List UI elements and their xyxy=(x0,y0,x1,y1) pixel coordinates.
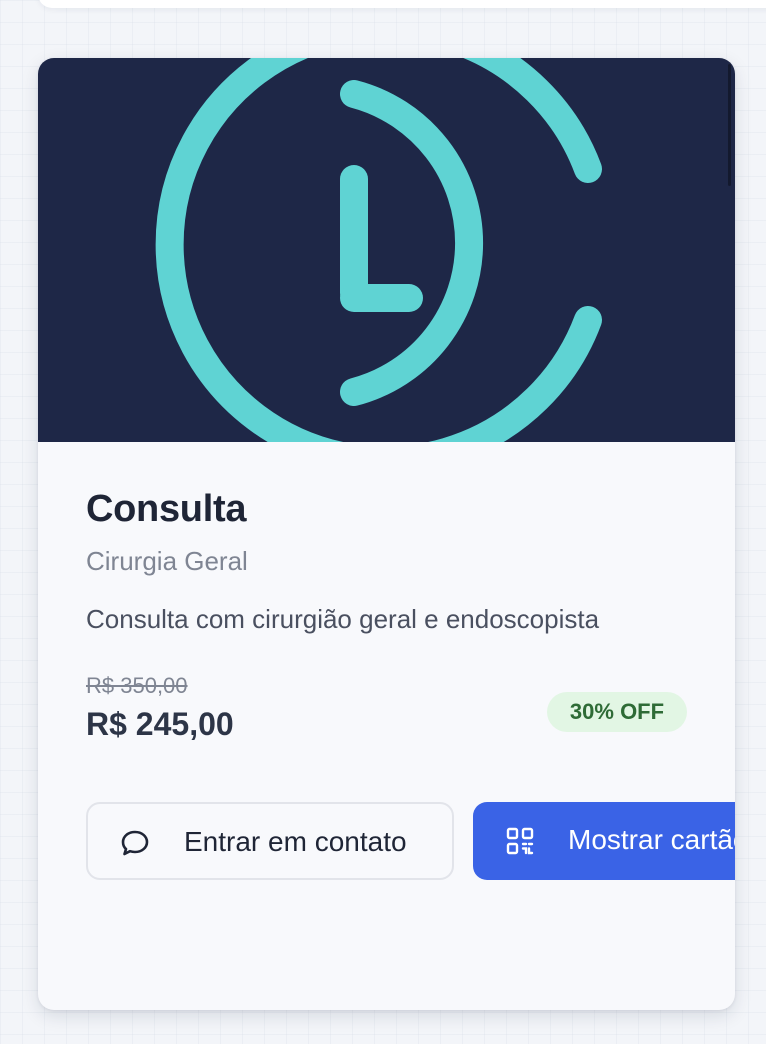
show-card-button[interactable]: Mostrar cartão xyxy=(473,802,735,880)
original-price: R$ 350,00 xyxy=(86,673,188,698)
banner-scrollbar[interactable] xyxy=(728,64,731,186)
service-specialty: Cirurgia Geral xyxy=(86,546,248,576)
previous-card-edge xyxy=(38,0,766,8)
contact-button[interactable]: Entrar em contato xyxy=(86,802,454,880)
clinic-logo xyxy=(155,58,602,442)
discount-badge: 30% OFF xyxy=(547,692,687,732)
service-banner-image xyxy=(38,58,735,442)
discounted-price: R$ 245,00 xyxy=(86,706,234,742)
qr-code-icon xyxy=(505,826,535,856)
show-card-button-label: Mostrar cartão xyxy=(568,824,735,855)
service-title: Consulta xyxy=(86,488,247,530)
service-description: Consulta com cirurgião geral e endoscopi… xyxy=(86,604,600,634)
service-card: Consulta Cirurgia Geral Consulta com cir… xyxy=(38,58,735,1010)
chat-bubble-icon xyxy=(120,828,150,858)
contact-button-label: Entrar em contato xyxy=(184,826,407,857)
